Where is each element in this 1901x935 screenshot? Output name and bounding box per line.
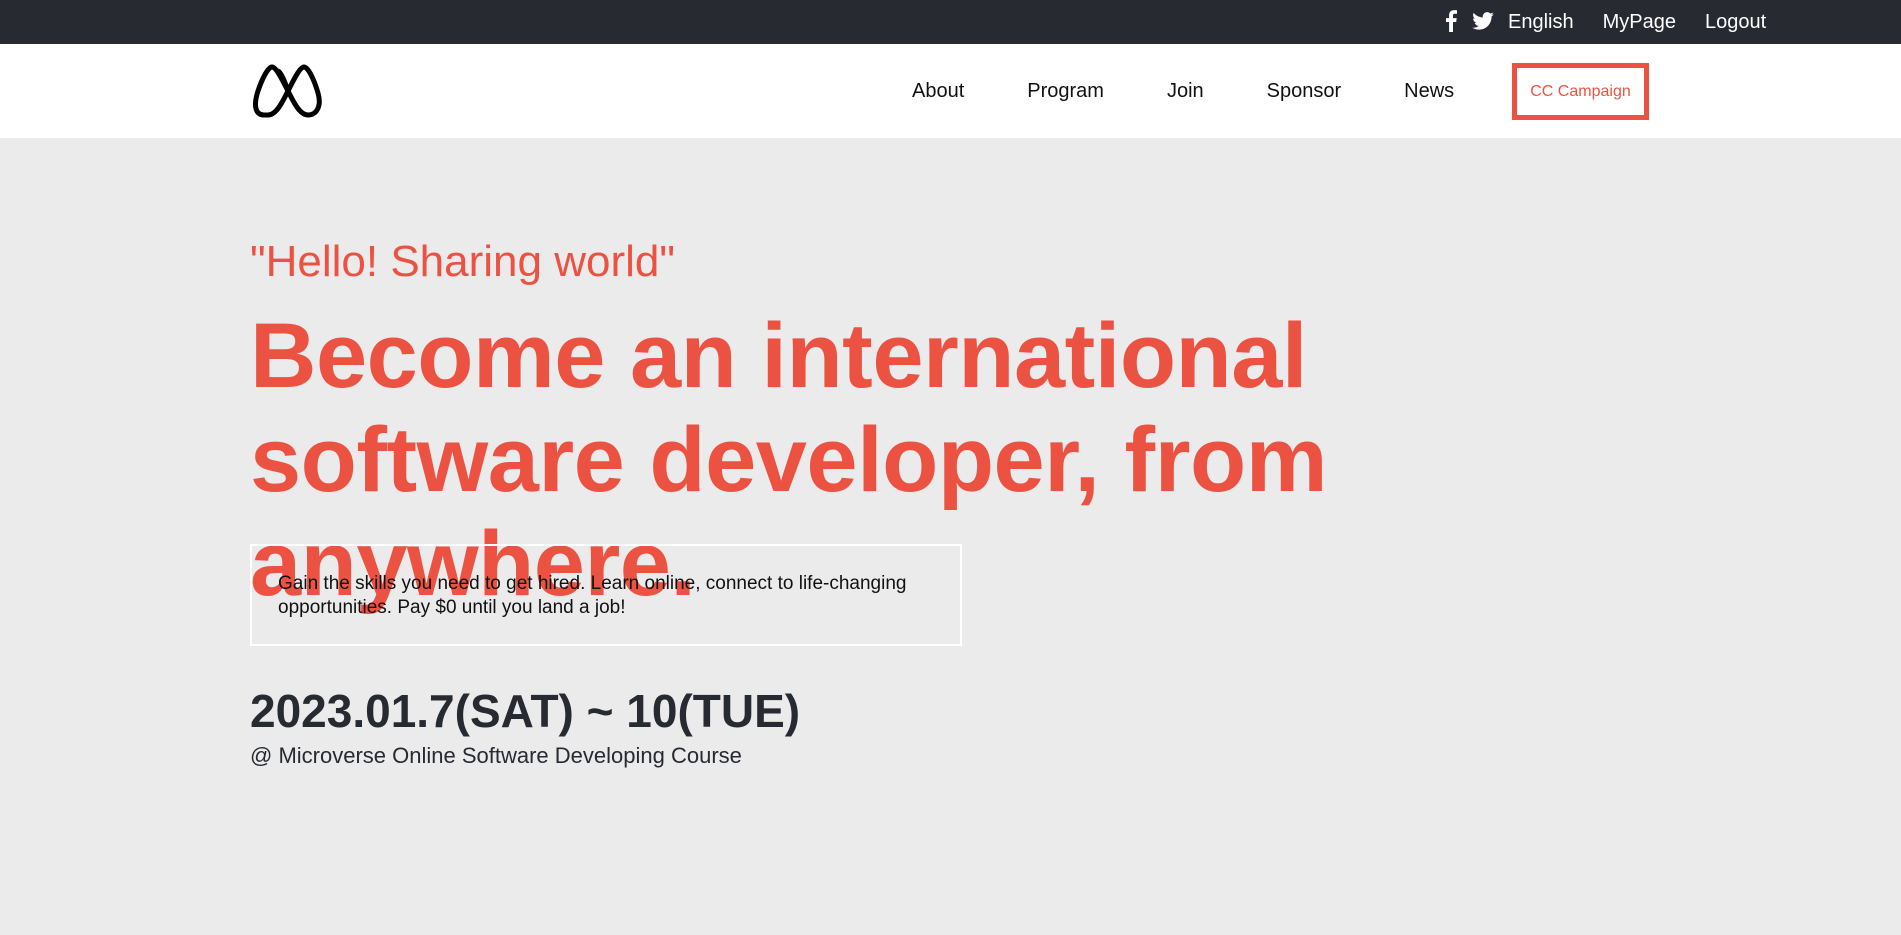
nav-join[interactable]: Join	[1167, 80, 1204, 103]
twitter-icon[interactable]	[1472, 10, 1494, 32]
facebook-icon[interactable]	[1440, 10, 1462, 32]
top-links: English MyPage Logout	[1508, 0, 1766, 44]
social-links	[1440, 9, 1494, 33]
mypage-link[interactable]: MyPage	[1603, 11, 1676, 34]
event-venue: @ Microverse Online Software Developing …	[250, 743, 742, 768]
nav-menu: About Program Join Sponsor News	[912, 44, 1516, 138]
hero-description: Gain the skills you need to get hired. L…	[250, 544, 962, 646]
nav-sponsor[interactable]: Sponsor	[1267, 80, 1342, 103]
language-link[interactable]: English	[1508, 11, 1574, 34]
main-nav: About Program Join Sponsor News CC Campa…	[0, 44, 1901, 138]
microverse-logo[interactable]	[252, 63, 324, 119]
cc-campaign-button[interactable]: CC Campaign	[1512, 63, 1649, 120]
nav-about[interactable]: About	[912, 80, 964, 103]
logout-link[interactable]: Logout	[1705, 11, 1766, 34]
nav-program[interactable]: Program	[1027, 80, 1104, 103]
event-date: 2023.01.7(SAT) ~ 10(TUE)	[250, 685, 801, 737]
top-bar: English MyPage Logout	[0, 0, 1901, 44]
hero-tagline: "Hello! Sharing world"	[250, 237, 675, 286]
nav-news[interactable]: News	[1404, 80, 1454, 103]
